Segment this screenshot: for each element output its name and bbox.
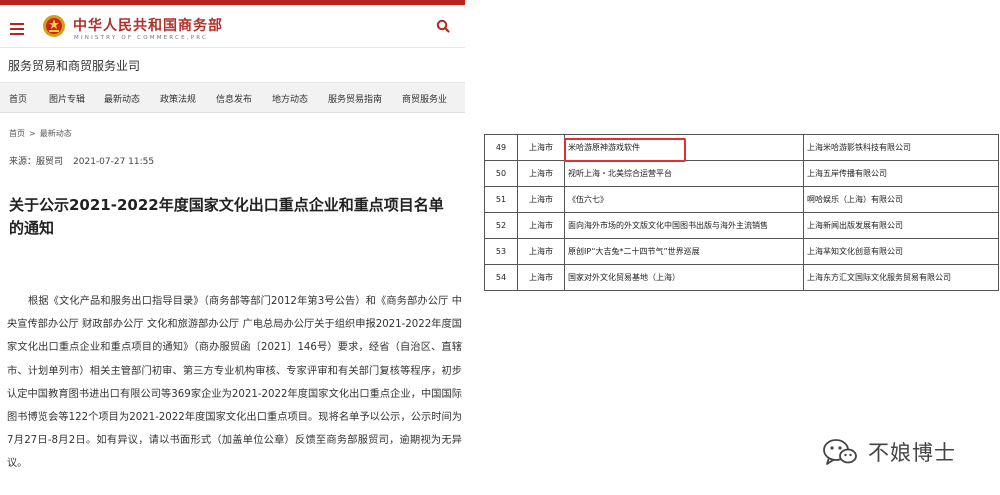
site-subtitle: MINISTRY OF COMMERCE,PRC xyxy=(74,35,209,41)
row-company: 上海米哈游影铁科技有限公司 xyxy=(803,134,999,161)
department-name[interactable]: 服务贸易和商贸服务业司 xyxy=(8,57,140,74)
site-title: 中华人民共和国商务部 xyxy=(73,18,223,34)
row-project: 米哈游原神游戏软件 xyxy=(564,134,804,161)
row-project: 视听上海・北美综合运营平台 xyxy=(564,160,804,187)
row-company: 上海新闻出版发展有限公司 xyxy=(803,212,999,239)
row-number: 52 xyxy=(484,212,518,239)
wechat-icon xyxy=(823,439,857,465)
menu-icon[interactable] xyxy=(10,23,24,35)
ministry-article-screenshot: 中华人民共和国商务部 MINISTRY OF COMMERCE,PRC 服务贸易… xyxy=(0,0,465,495)
row-project: 面向海外市场的外文版文化中国图书出版与海外主流销售 xyxy=(564,212,804,239)
article-body: 根据《文化产品和服务出口指导目录》（商务部等部门2012年第3号公告）和《商务部… xyxy=(7,296,462,470)
row-project: 原创IP“大吉兔*二十四节气”世界巡展 xyxy=(564,238,804,265)
project-list-table: 49 上海市 米哈游原神游戏软件 上海米哈游影铁科技有限公司 50 上海市 视听… xyxy=(484,134,999,294)
table-row: 50 上海市 视听上海・北美综合运营平台 上海五岸传播有限公司 xyxy=(484,160,999,187)
table-row: 53 上海市 原创IP“大吉兔*二十四节气”世界巡展 上海芈知文化创意有限公司 xyxy=(484,238,999,265)
row-company: 上海五岸传播有限公司 xyxy=(803,160,999,187)
nav-item-albums[interactable]: 图片专辑 xyxy=(49,92,85,105)
table-row: 51 上海市 《伍六七》 啊哈娱乐（上海）有限公司 xyxy=(484,186,999,213)
row-city: 上海市 xyxy=(517,212,565,239)
row-company: 上海芈知文化创意有限公司 xyxy=(803,238,999,265)
breadcrumb-separator: > xyxy=(29,129,36,138)
row-city: 上海市 xyxy=(517,264,565,291)
row-company: 上海东方汇文国际文化服务贸易有限公司 xyxy=(803,264,999,291)
watermark-text: 不娘博士 xyxy=(868,441,956,465)
row-number: 51 xyxy=(484,186,518,213)
breadcrumb-home[interactable]: 首页 xyxy=(9,129,25,138)
row-number: 54 xyxy=(484,264,518,291)
nav-item-local[interactable]: 地方动态 xyxy=(272,92,308,105)
national-emblem-icon xyxy=(43,15,65,37)
table-row: 49 上海市 米哈游原神游戏软件 上海米哈游影铁科技有限公司 xyxy=(484,134,999,161)
row-company: 啊哈娱乐（上海）有限公司 xyxy=(803,186,999,213)
row-city: 上海市 xyxy=(517,238,565,265)
row-project: 国家对外文化贸易基地（上海） xyxy=(564,264,804,291)
search-icon[interactable] xyxy=(436,19,450,33)
table-row: 54 上海市 国家对外文化贸易基地（上海） 上海东方汇文国际文化服务贸易有限公司 xyxy=(484,264,999,291)
nav-item-policy[interactable]: 政策法规 xyxy=(160,92,196,105)
nav-item-info[interactable]: 信息发布 xyxy=(216,92,252,105)
row-number: 50 xyxy=(484,160,518,187)
table-row: 52 上海市 面向海外市场的外文版文化中国图书出版与海外主流销售 上海新闻出版发… xyxy=(484,212,999,239)
row-number: 53 xyxy=(484,238,518,265)
row-city: 上海市 xyxy=(517,186,565,213)
site-header: 中华人民共和国商务部 MINISTRY OF COMMERCE,PRC xyxy=(0,5,465,47)
main-nav: 首页 图片专辑 最新动态 政策法规 信息发布 地方动态 服务贸易指南 商贸服务业 xyxy=(0,83,465,113)
nav-item-home[interactable]: 首页 xyxy=(9,92,27,105)
row-city: 上海市 xyxy=(517,134,565,161)
row-city: 上海市 xyxy=(517,160,565,187)
article-source: 来源：服贸司 xyxy=(9,157,64,167)
department-bar: 服务贸易和商贸服务业司 xyxy=(0,47,465,83)
nav-item-news[interactable]: 最新动态 xyxy=(104,92,140,105)
project-table: 49 上海市 米哈游原神游戏软件 上海米哈游影铁科技有限公司 50 上海市 视听… xyxy=(484,134,999,291)
row-number: 49 xyxy=(484,134,518,161)
article-meta: 来源：服贸司 2021-07-27 11:55 xyxy=(9,154,154,167)
row-project: 《伍六七》 xyxy=(564,186,804,213)
nav-item-commerce[interactable]: 商贸服务业 xyxy=(402,92,447,105)
article-title: 关于公示2021-2022年度国家文化出口重点企业和重点项目名单的通知 xyxy=(9,196,444,237)
nav-item-trade-guide[interactable]: 服务贸易指南 xyxy=(328,92,382,105)
breadcrumb: 首页 > 最新动态 xyxy=(9,128,72,139)
article-datetime: 2021-07-27 11:55 xyxy=(73,157,155,167)
breadcrumb-current[interactable]: 最新动态 xyxy=(40,129,72,138)
